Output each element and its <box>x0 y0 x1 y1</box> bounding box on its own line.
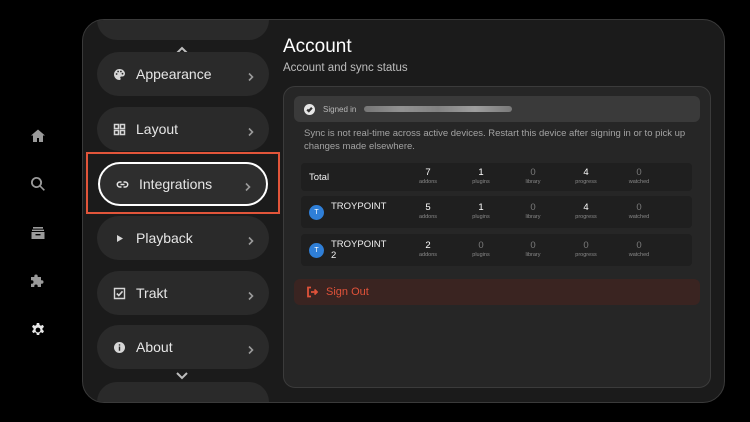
row-name: Total <box>309 172 330 183</box>
chevron-right-icon <box>247 288 255 301</box>
avatar: T <box>309 243 324 258</box>
menu-item-label: Layout <box>136 121 179 137</box>
sync-note: Sync is not real-time across active devi… <box>304 128 686 152</box>
stats-row-profile[interactable]: T TROYPOINT 5 addons 1 plugins 0 library 4p… <box>301 196 692 228</box>
account-card: Signed in Sync is not real-time across a… <box>283 86 711 388</box>
info-icon <box>113 341 126 354</box>
puzzle-icon[interactable] <box>29 272 47 290</box>
stat-watched: 0 watched <box>628 240 650 259</box>
profile-name: TROYPOINT 2 <box>331 239 387 261</box>
menu-item-partial-top[interactable] <box>97 20 269 40</box>
stat-progress: 4 progress <box>575 202 597 221</box>
logout-icon <box>306 286 318 298</box>
library-icon[interactable] <box>29 224 47 242</box>
menu-item-partial-bottom[interactable] <box>97 382 269 402</box>
menu-item-label: Appearance <box>136 66 212 82</box>
stat-progress: 0 progress <box>575 240 597 259</box>
chevron-up-icon[interactable] <box>175 42 189 54</box>
sign-out-label: Sign Out <box>326 286 369 298</box>
settings-panel: Appearance Layout Integrations Playback … <box>82 19 725 403</box>
signed-in-label: Signed in <box>323 104 357 114</box>
chevron-right-icon <box>244 179 252 192</box>
menu-item-playback[interactable]: Playback <box>97 216 269 260</box>
menu-item-label: About <box>136 339 173 355</box>
checkbox-icon <box>113 287 126 300</box>
stat-addons: 2 addons <box>418 240 438 259</box>
stat-progress: 4 progress <box>575 167 597 186</box>
chevron-down-icon[interactable] <box>175 368 189 380</box>
menu-item-about[interactable]: About <box>97 325 269 369</box>
stat-library: 0 library <box>525 240 541 259</box>
profile-name: TROYPOINT <box>331 201 387 212</box>
stat-watched: 0 watched <box>628 202 650 221</box>
home-icon[interactable] <box>29 127 47 145</box>
stat-plugins: 1 plugins <box>472 167 490 186</box>
menu-item-integrations[interactable]: Integrations <box>98 162 268 206</box>
chevron-right-icon <box>247 69 255 82</box>
stats-row-profile[interactable]: T TROYPOINT 2 2 addons 0 plugins 0 library … <box>301 234 692 266</box>
menu-item-appearance[interactable]: Appearance <box>97 52 269 96</box>
chevron-right-icon <box>247 124 255 137</box>
menu-item-layout[interactable]: Layout <box>97 107 269 151</box>
avatar: T <box>309 205 324 220</box>
stat-plugins: 1 plugins <box>472 202 490 221</box>
gear-icon[interactable] <box>29 321 47 339</box>
grid-icon <box>113 123 126 136</box>
check-circle-icon <box>304 103 315 115</box>
page-title: Account <box>283 36 352 57</box>
stat-library: 0 library <box>525 167 541 186</box>
signed-in-status: Signed in <box>294 96 700 122</box>
chevron-right-icon <box>247 233 255 246</box>
stat-plugins: 0 plugins <box>472 240 490 259</box>
play-icon <box>113 232 126 245</box>
menu-item-label: Integrations <box>139 176 213 192</box>
menu-item-trakt[interactable]: Trakt <box>97 271 269 315</box>
link-icon <box>116 178 129 191</box>
chevron-right-icon <box>247 342 255 355</box>
menu-item-label: Trakt <box>136 285 168 301</box>
stats-row-total: Total 7 addons 1 plugins 0 library 4 progres… <box>301 163 692 191</box>
stat-watched: 0 watched <box>628 167 650 186</box>
stat-addons: 7 addons <box>418 167 438 186</box>
menu-item-label: Playback <box>136 230 193 246</box>
sign-out-button[interactable]: Sign Out <box>294 279 700 305</box>
search-icon[interactable] <box>29 175 47 193</box>
page-subtitle: Account and sync status <box>283 62 408 74</box>
stat-library: 0 library <box>525 202 541 221</box>
palette-icon <box>113 68 126 81</box>
stat-addons: 5 addons <box>418 202 438 221</box>
redacted-email <box>364 106 513 112</box>
